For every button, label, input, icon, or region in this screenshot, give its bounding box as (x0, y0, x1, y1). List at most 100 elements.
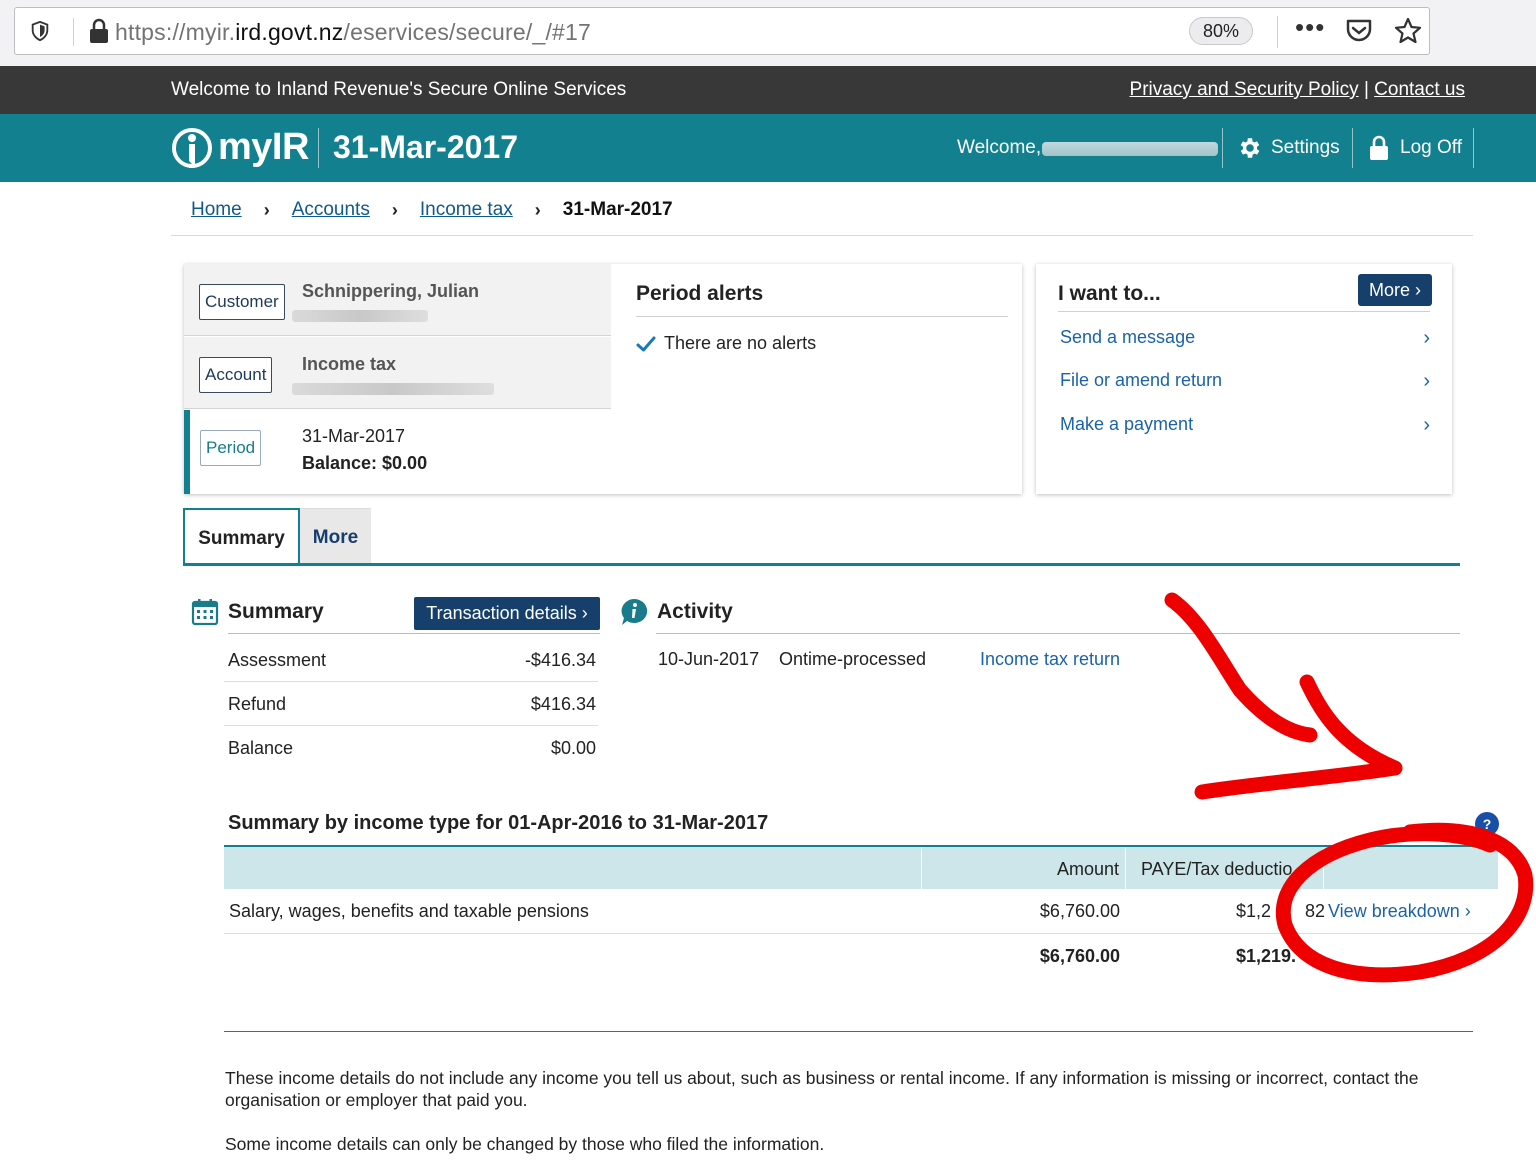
lock-icon[interactable] (87, 18, 111, 44)
amount-column-header: Amount (1056, 859, 1119, 879)
chevron-right-icon: › (1423, 370, 1430, 392)
income-paye-end: 82 (1305, 901, 1326, 921)
view-breakdown-link[interactable]: View breakdown › (1328, 901, 1471, 922)
help-icon[interactable]: ? (1475, 812, 1499, 836)
assessment-label: Assessment (228, 650, 327, 670)
settings-label: Settings (1271, 137, 1340, 158)
summary-row-divider (224, 725, 598, 726)
activity-date: 10-Jun-2017 (658, 649, 760, 669)
breadcrumb-divider (171, 235, 1473, 236)
customer-name: Schnippering, Julian (302, 281, 480, 301)
balance-value: $0.00 (550, 738, 596, 758)
lock-icon (1370, 135, 1388, 160)
make-payment-link[interactable]: Make a payment › (1060, 414, 1430, 437)
total-paye: $1,219. (1236, 946, 1297, 966)
shield-icon[interactable] (29, 20, 51, 42)
income-paye: $1,2 82 (1236, 901, 1325, 922)
customer-row: Customer Schnippering, Julian (184, 264, 611, 336)
star-icon[interactable] (1393, 16, 1423, 46)
breadcrumb-income-tax[interactable]: Income tax (420, 199, 513, 221)
refund-label: Refund (228, 694, 287, 714)
logoff-button[interactable]: Log Off (1366, 135, 1462, 161)
customer-tag[interactable]: Customer (199, 284, 285, 320)
myir-logo-text[interactable]: myIR (218, 126, 309, 169)
transaction-details-button[interactable]: Transaction details › (414, 597, 600, 630)
period-tag[interactable]: Period (200, 430, 262, 466)
summary-title: Summary (228, 600, 324, 623)
url-bar[interactable]: https://myir.ird.govt.nz/eservices/secur… (14, 7, 1430, 55)
settings-button[interactable]: Settings (1237, 135, 1340, 161)
myir-logo-icon[interactable] (172, 126, 212, 170)
contact-link[interactable]: Contact us (1374, 79, 1465, 100)
header-separator (1352, 128, 1353, 168)
chevron-right-icon: › (391, 199, 398, 220)
pocket-icon[interactable] (1345, 18, 1373, 44)
chevron-right-icon: › (534, 199, 541, 220)
header-separator (1473, 128, 1474, 168)
income-note: These income details do not include any … (225, 1068, 1419, 1110)
checkmark-icon (636, 336, 656, 351)
annotation-arrow-head (1194, 674, 1403, 800)
user-welcome: Welcome, (957, 137, 1042, 158)
paye-column-header: PAYE/Tax deductio (1141, 859, 1293, 879)
income-summary-title: Summary by income type for 01-Apr-2016 t… (228, 812, 769, 834)
total-amount: $6,760.00 (1039, 946, 1120, 966)
income-paye-start: $1,2 (1236, 901, 1272, 921)
summary-divider (228, 633, 600, 634)
summary-row: Assessment -$416.34 (228, 650, 596, 671)
table-row-divider (224, 933, 1498, 934)
assessment-value: -$416.34 (524, 650, 596, 670)
make-payment-label: Make a payment (1060, 414, 1194, 434)
activity-status: Ontime-processed (779, 649, 927, 669)
redacted-account-id (292, 383, 494, 395)
income-note-changes: Some income details can only be changed … (225, 1134, 825, 1154)
summary-row: Refund $416.34 (228, 694, 596, 715)
column-divider (1125, 847, 1126, 891)
site-header: myIR 31-Mar-2017 Welcome, Settings Log O… (0, 114, 1536, 182)
privacy-link[interactable]: Privacy and Security Policy (1130, 79, 1359, 100)
summary-heading: Summary (190, 597, 324, 627)
send-message-link[interactable]: Send a message › (1060, 327, 1430, 350)
send-message-label: Send a message (1060, 327, 1196, 347)
income-amount: $6,760.00 (1039, 901, 1120, 921)
calendar-icon (191, 599, 219, 626)
more-button[interactable]: More › (1358, 274, 1432, 306)
gear-icon (1240, 138, 1260, 158)
activity-divider (656, 633, 1460, 634)
no-alerts-message: There are no alerts (636, 333, 1008, 354)
account-info-card: Customer Schnippering, Julian Account In… (184, 264, 1022, 494)
header-period: 31-Mar-2017 (333, 129, 518, 165)
alerts-title: Period alerts (636, 282, 1008, 317)
period-alerts: Period alerts There are no alerts (636, 282, 1008, 354)
income-tax-return-link[interactable]: Income tax return (980, 649, 1120, 670)
redacted-customer-id (292, 310, 428, 322)
url-text[interactable]: https://myir.ird.govt.nz/eservices/secur… (115, 19, 591, 46)
footer-divider (224, 1031, 1473, 1032)
breadcrumb-home[interactable]: Home (191, 199, 242, 221)
file-amend-return-link[interactable]: File or amend return › (1060, 370, 1430, 393)
activity-title: Activity (657, 600, 733, 623)
i-want-to-card: I want to... More › Send a message › Fil… (1036, 264, 1452, 494)
zoom-badge[interactable]: 80% (1189, 17, 1253, 45)
browser-chrome: https://myir.ird.govt.nz/eservices/secur… (0, 0, 1536, 66)
account-tag[interactable]: Account (199, 357, 273, 393)
url-separator (73, 18, 74, 46)
summary-row: Balance $0.00 (228, 738, 596, 759)
breadcrumb-current: 31-Mar-2017 (562, 199, 673, 220)
tab-more[interactable]: More (300, 508, 371, 566)
info-bubble-icon (621, 598, 648, 625)
column-divider (921, 847, 922, 891)
period-row: Period 31-Mar-2017 Balance: $0.00 (184, 410, 611, 494)
breadcrumb-accounts[interactable]: Accounts (292, 199, 370, 221)
income-type-label: Salary, wages, benefits and taxable pens… (229, 901, 589, 921)
header-separator (318, 128, 319, 168)
page-actions-menu[interactable]: ••• (1295, 12, 1325, 43)
chevron-right-icon: › (263, 199, 270, 220)
header-separator (1222, 128, 1223, 168)
tab-summary[interactable]: Summary (183, 508, 300, 566)
file-amend-return-label: File or amend return (1060, 370, 1223, 390)
tab-underline (183, 563, 1460, 566)
breadcrumb: Home › Accounts › Income tax › 31-Mar-20… (191, 199, 673, 221)
no-alerts-text: There are no alerts (664, 333, 817, 353)
chevron-right-icon: › (1423, 327, 1430, 349)
